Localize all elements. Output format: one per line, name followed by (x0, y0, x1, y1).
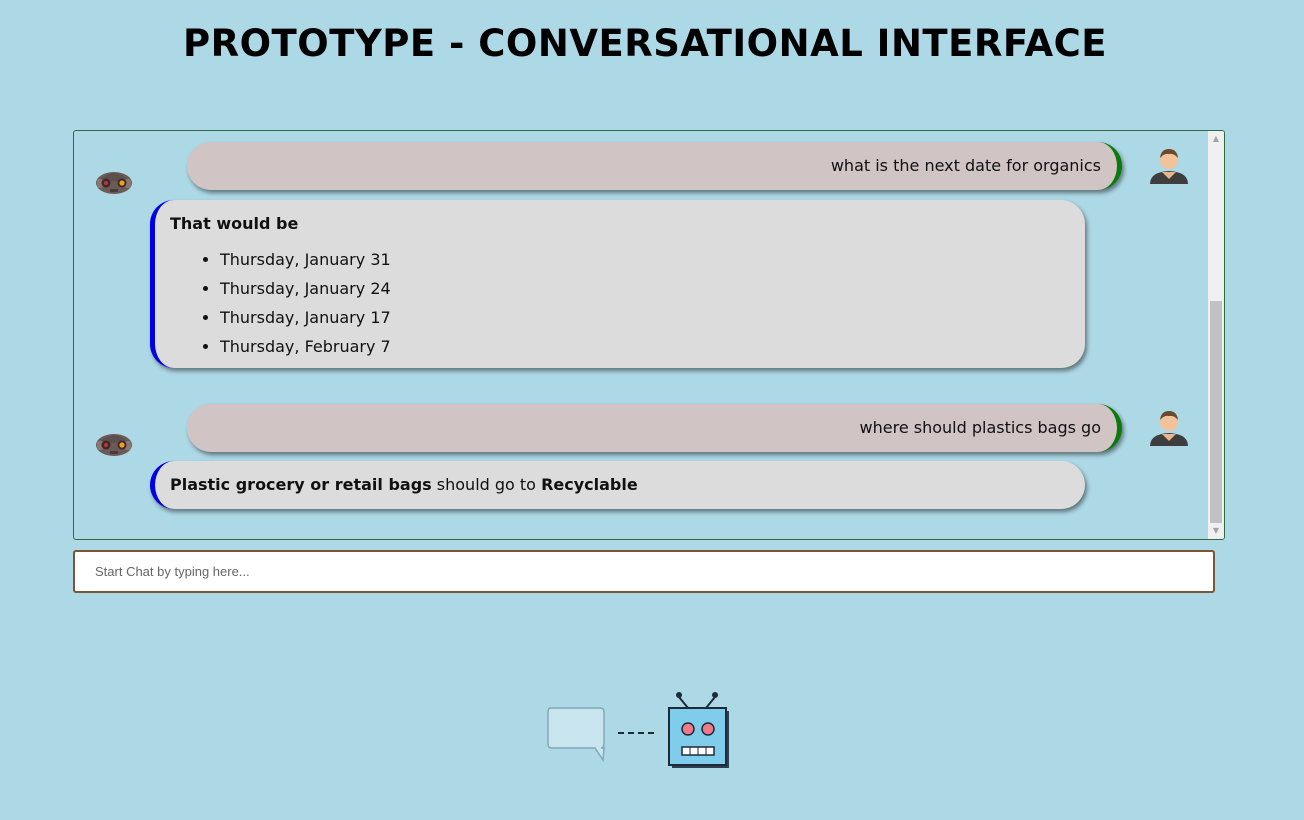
chat-robot-illustration-icon (545, 688, 735, 772)
list-item: Thursday, February 7 (220, 332, 1069, 361)
bot-avatar-icon (94, 425, 134, 461)
chat-scrollbar[interactable]: ▲ ▼ (1208, 131, 1224, 539)
scroll-thumb[interactable] (1210, 301, 1222, 523)
answer-connector: should go to (436, 475, 536, 494)
page-title: PROTOTYPE - CONVERSATIONAL INTERFACE (182, 22, 1108, 65)
chat-input-container (73, 550, 1215, 593)
bin-name: Recyclable (541, 475, 638, 494)
list-item: Thursday, January 31 (220, 245, 1069, 274)
date-list: Thursday, January 31 Thursday, January 2… (170, 245, 1069, 361)
bot-avatar-icon (94, 163, 134, 199)
user-avatar-icon (1148, 408, 1190, 452)
bot-answer-text: Plastic grocery or retail bags should go… (170, 461, 1069, 509)
chat-window[interactable]: what is the next date for organics That … (73, 130, 1225, 540)
bot-message-bubble: Plastic grocery or retail bags should go… (150, 461, 1085, 509)
scroll-down-icon[interactable]: ▼ (1208, 523, 1224, 539)
item-name: Plastic grocery or retail bags (170, 475, 432, 494)
bot-message-bubble: That would be Thursday, January 31 Thurs… (150, 200, 1085, 368)
chat-input[interactable] (75, 552, 1213, 591)
list-item: Thursday, January 17 (220, 303, 1069, 332)
bot-intro-text: That would be (170, 214, 299, 233)
scroll-up-icon[interactable]: ▲ (1208, 131, 1224, 147)
user-message-bubble: what is the next date for organics (187, 142, 1122, 190)
user-message-bubble: where should plastics bags go (187, 404, 1122, 452)
list-item: Thursday, January 24 (220, 274, 1069, 303)
user-avatar-icon (1148, 146, 1190, 190)
